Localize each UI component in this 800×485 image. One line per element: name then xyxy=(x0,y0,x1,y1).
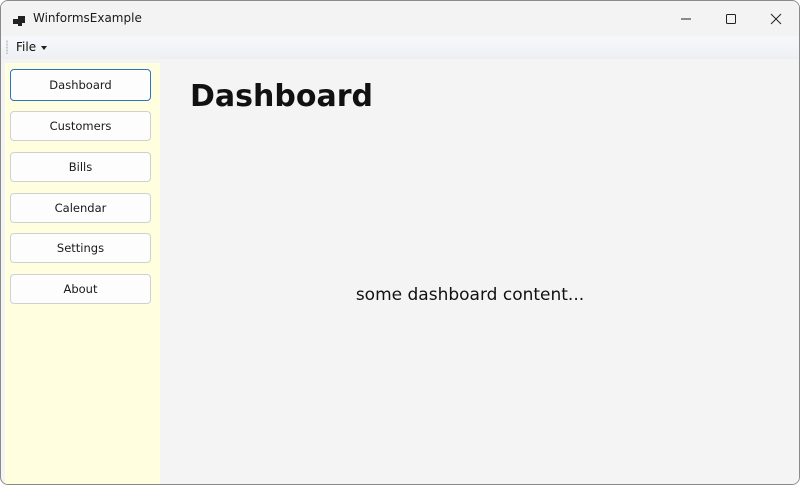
sidebar-button-label: Bills xyxy=(68,160,93,174)
app-icon xyxy=(13,12,25,26)
minimize-button[interactable] xyxy=(663,1,709,36)
maximize-button[interactable] xyxy=(708,1,754,36)
sidebar-button-customers[interactable]: Customers xyxy=(10,111,151,141)
page-title: Dashboard xyxy=(190,79,373,114)
sidebar-button-dashboard[interactable]: Dashboard xyxy=(10,69,151,101)
sidebar-button-bills[interactable]: Bills xyxy=(10,152,151,182)
sidebar-button-label: Dashboard xyxy=(49,78,112,92)
menu-grip[interactable] xyxy=(6,40,8,54)
menu-bar: File xyxy=(1,36,799,59)
close-button[interactable] xyxy=(753,1,799,36)
menu-file[interactable]: File xyxy=(12,38,51,56)
title-bar[interactable]: WinformsExample xyxy=(1,1,799,36)
sidebar-button-label: Customers xyxy=(49,119,112,133)
sidebar-button-about[interactable]: About xyxy=(10,274,151,304)
window-title: WinformsExample xyxy=(33,11,142,25)
close-icon xyxy=(770,13,782,24)
main-content: Dashboard some dashboard content... xyxy=(160,59,799,484)
sidebar: Dashboard Customers Bills Calendar Setti… xyxy=(5,63,160,484)
sidebar-button-label: Settings xyxy=(56,241,105,255)
app-window: WinformsExample File Dashboard Customers… xyxy=(0,0,800,485)
sidebar-button-calendar[interactable]: Calendar xyxy=(10,193,151,223)
menu-file-label: File xyxy=(16,40,37,54)
sidebar-button-settings[interactable]: Settings xyxy=(10,233,151,263)
minimize-icon xyxy=(681,18,691,19)
maximize-icon xyxy=(726,13,736,24)
sidebar-button-label: About xyxy=(63,282,98,296)
chevron-down-icon xyxy=(41,45,48,50)
sidebar-button-label: Calendar xyxy=(54,201,107,215)
dashboard-content-text: some dashboard content... xyxy=(355,285,585,305)
